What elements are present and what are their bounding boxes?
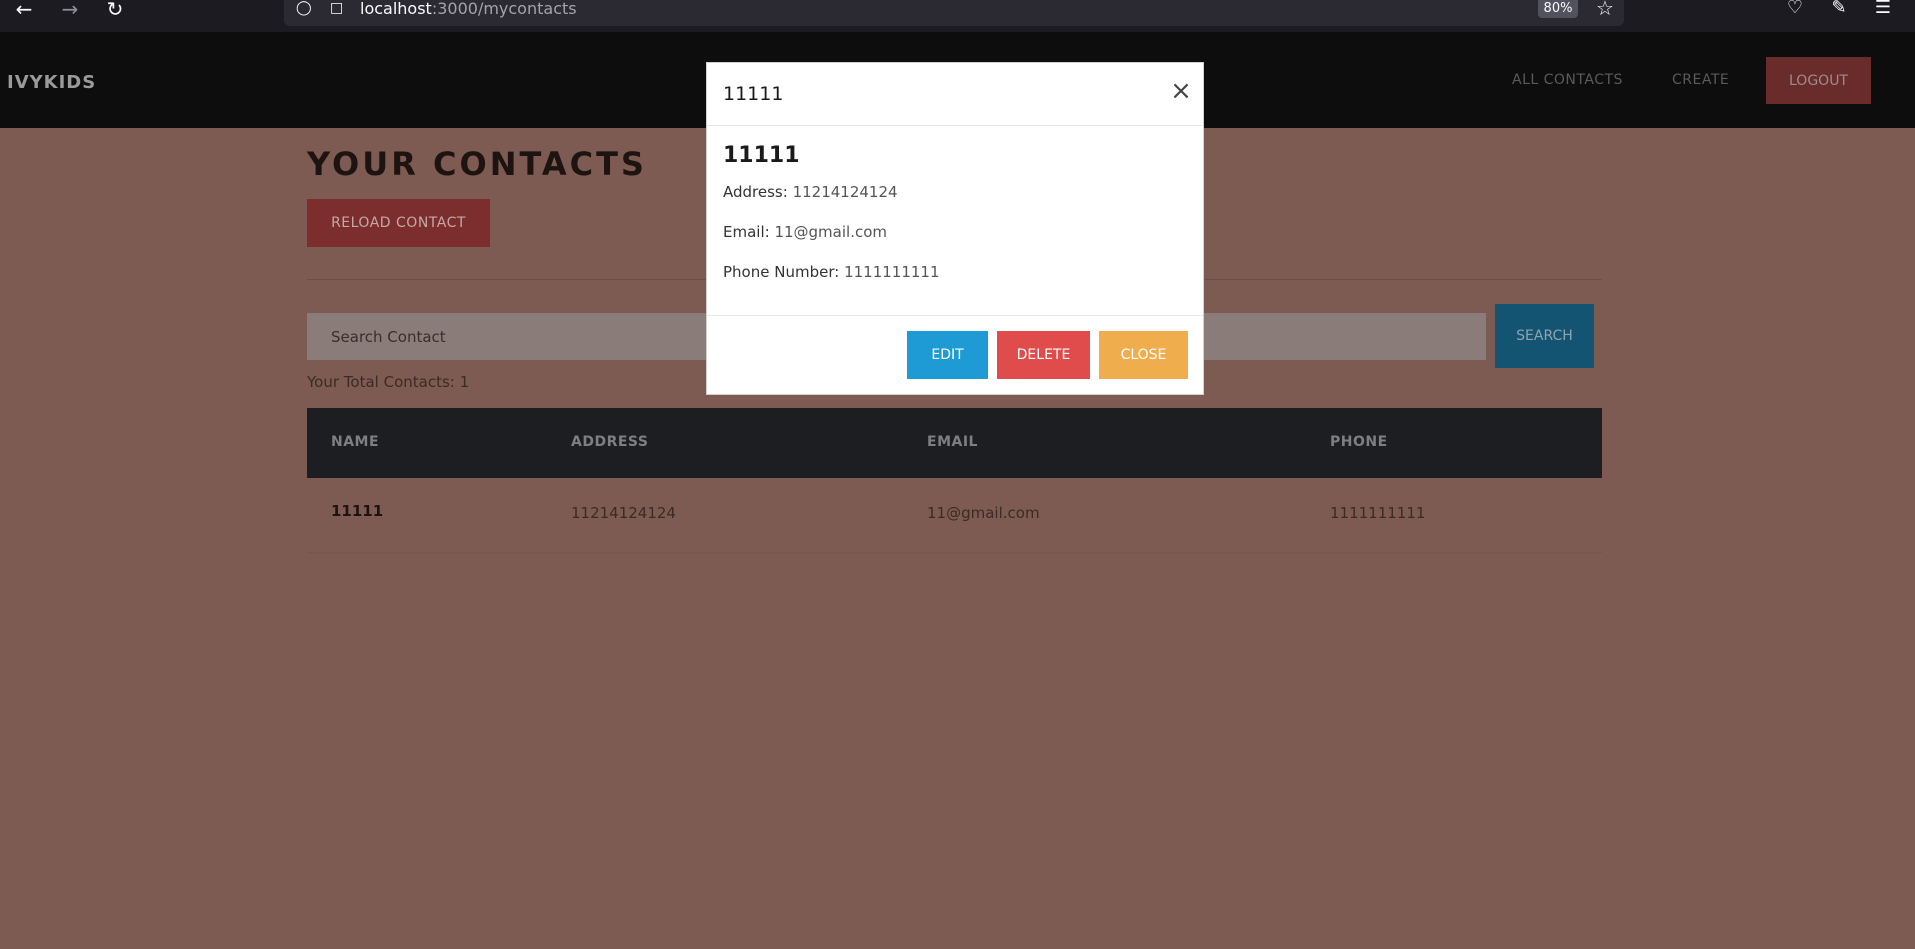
address-value: 11214124124 (792, 183, 898, 201)
nav-link-all-contacts[interactable]: ALL CONTACTS (1512, 72, 1623, 88)
edit-button[interactable]: EDIT (907, 331, 988, 379)
bookmark-star-icon[interactable]: ☆ (1596, 0, 1614, 18)
address-label: Address: (723, 183, 788, 201)
pocket-icon[interactable]: ♡ (1784, 0, 1806, 17)
delete-button[interactable]: DELETE (997, 331, 1090, 379)
email-value: 11@gmail.com (774, 223, 888, 241)
modal-title: 11111 (723, 83, 784, 105)
logout-button[interactable]: LOGOUT (1766, 57, 1871, 104)
contact-address: Address: 11214124124 (723, 183, 898, 201)
column-header-name: NAME (331, 434, 380, 450)
hamburger-menu-icon[interactable]: ☰ (1872, 0, 1894, 17)
table-header: NAME ADDRESS EMAIL PHONE (307, 408, 1602, 478)
shield-icon[interactable]: ◯ (296, 0, 314, 18)
total-contacts-label: Your Total Contacts: 1 (307, 373, 470, 391)
table-row[interactable]: 11111 11214124124 11@gmail.com 111111111… (307, 478, 1602, 553)
contact-phone: Phone Number: 1111111111 (723, 263, 940, 281)
column-header-address: ADDRESS (571, 434, 649, 450)
reload-contact-button[interactable]: RELOAD CONTACT (307, 199, 490, 247)
url-bar[interactable]: ◯ □ localhost:3000/mycontacts 80% ☆ (284, 0, 1624, 26)
url-text[interactable]: localhost:3000/mycontacts (360, 0, 577, 18)
close-icon[interactable]: × (1167, 77, 1195, 105)
url-host: localhost (360, 0, 432, 18)
nav-link-create[interactable]: CREATE (1672, 72, 1729, 88)
email-label: Email: (723, 223, 770, 241)
phone-value: 1111111111 (844, 263, 940, 281)
cell-address: 11214124124 (571, 504, 676, 522)
close-button[interactable]: CLOSE (1099, 331, 1188, 379)
cell-phone: 1111111111 (1330, 504, 1426, 522)
cell-email: 11@gmail.com (927, 504, 1040, 522)
url-path: :3000/mycontacts (431, 0, 577, 18)
extensions-icon[interactable]: ✎ (1828, 0, 1850, 17)
modal-header: 11111 × (707, 63, 1203, 126)
forward-arrow-icon[interactable]: → (56, 0, 84, 20)
search-button[interactable]: SEARCH (1495, 304, 1594, 368)
column-header-email: EMAIL (927, 434, 978, 450)
page-title: YOUR CONTACTS (307, 145, 647, 183)
reload-icon[interactable]: ↻ (101, 0, 129, 20)
modal-footer-divider (707, 315, 1203, 316)
contact-name: 11111 (723, 143, 800, 168)
column-header-phone: PHONE (1330, 434, 1388, 450)
browser-toolbar: ← → ↻ ◯ □ localhost:3000/mycontacts 80% … (0, 0, 1915, 32)
page-icon[interactable]: □ (330, 0, 346, 18)
cell-name[interactable]: 11111 (331, 502, 383, 520)
phone-label: Phone Number: (723, 263, 840, 281)
zoom-level-badge[interactable]: 80% (1538, 0, 1578, 18)
brand-logo[interactable]: IVYKIDS (7, 72, 96, 93)
back-arrow-icon[interactable]: ← (10, 0, 38, 20)
contact-modal: 11111 × 11111 Address: 11214124124 Email… (706, 62, 1204, 395)
contact-email: Email: 11@gmail.com (723, 223, 887, 241)
